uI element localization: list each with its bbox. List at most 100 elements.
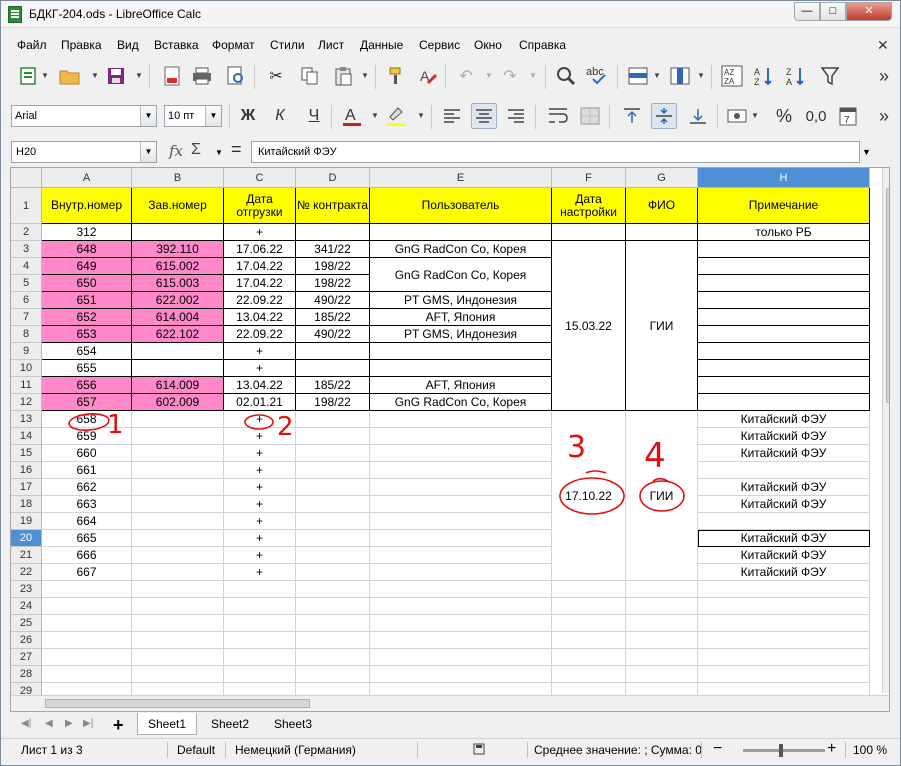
cell-d[interactable] — [296, 649, 370, 666]
cell-c[interactable]: + — [224, 411, 296, 428]
column-header-b[interactable]: B — [132, 168, 224, 188]
cell-a[interactable]: 312 — [42, 224, 132, 241]
cell-a[interactable]: 657 — [42, 394, 132, 411]
tab-sheet1[interactable]: Sheet1 — [137, 713, 198, 735]
cell-b[interactable] — [132, 598, 224, 615]
header-cell[interactable]: Дата отгрузки — [224, 188, 296, 224]
cell-d[interactable] — [296, 462, 370, 479]
cell-h[interactable]: Китайский ФЭУ — [698, 428, 870, 445]
cell-a[interactable] — [42, 649, 132, 666]
cell-d[interactable] — [296, 666, 370, 683]
tab-sheet3[interactable]: Sheet3 — [264, 713, 322, 735]
cell-h[interactable] — [698, 394, 870, 411]
cell-h[interactable] — [698, 581, 870, 598]
cell-e[interactable] — [370, 479, 552, 496]
cell-h[interactable]: Китайский ФЭУ — [698, 496, 870, 513]
cell-e[interactable] — [370, 428, 552, 445]
cell-a[interactable]: 662 — [42, 479, 132, 496]
cell-c[interactable]: + — [224, 462, 296, 479]
cell-d[interactable]: 198/22 — [296, 258, 370, 275]
cell-h[interactable] — [698, 292, 870, 309]
header-cell[interactable]: Зав.номер — [132, 188, 224, 224]
underline-button[interactable]: Ч — [301, 103, 327, 129]
cell-b[interactable]: 622.002 — [132, 292, 224, 309]
cell-a[interactable]: 656 — [42, 377, 132, 394]
name-box-dropdown-icon[interactable]: ▼ — [140, 142, 156, 162]
cell-e[interactable] — [370, 513, 552, 530]
cell-c[interactable]: + — [224, 496, 296, 513]
cell-b[interactable]: 615.002 — [132, 258, 224, 275]
cell-g[interactable] — [626, 581, 698, 598]
row-header[interactable]: 18 — [11, 496, 42, 513]
cell-g[interactable] — [626, 666, 698, 683]
cell-b[interactable] — [132, 666, 224, 683]
cell-d[interactable]: 198/22 — [296, 275, 370, 292]
cell-a[interactable] — [42, 598, 132, 615]
menu-view[interactable]: Вид — [117, 38, 139, 52]
header-cell[interactable]: Примечание — [698, 188, 870, 224]
cell-d[interactable]: 185/22 — [296, 377, 370, 394]
cell-h[interactable]: Китайский ФЭУ — [698, 479, 870, 496]
sort-descending-icon[interactable]: ZA — [783, 63, 809, 89]
cell-b[interactable] — [132, 615, 224, 632]
menu-sheet[interactable]: Лист — [318, 38, 344, 52]
cell-e[interactable] — [370, 564, 552, 581]
row-header[interactable]: 28 — [11, 666, 42, 683]
row-header[interactable]: 13 — [11, 411, 42, 428]
cell-e[interactable] — [370, 530, 552, 547]
cell-h[interactable] — [698, 666, 870, 683]
cell-c[interactable] — [224, 598, 296, 615]
cell-c[interactable] — [224, 581, 296, 598]
zoom-out-icon[interactable]: − — [713, 740, 722, 758]
save-dropdown-icon[interactable]: ▼ — [135, 71, 143, 80]
menu-format[interactable]: Формат — [212, 38, 255, 52]
row-header[interactable]: 21 — [11, 547, 42, 564]
cell-h[interactable] — [698, 513, 870, 530]
cell-e[interactable]: GnG RadCon Co, Корея — [370, 394, 552, 411]
cell-h[interactable] — [698, 649, 870, 666]
paste-icon[interactable] — [331, 63, 357, 89]
prev-sheet-icon[interactable]: ◀ — [45, 718, 53, 729]
cell-a[interactable] — [42, 581, 132, 598]
row-header[interactable]: 4 — [11, 258, 42, 275]
cell-c[interactable]: 13.04.22 — [224, 309, 296, 326]
cell-b[interactable] — [132, 445, 224, 462]
merge-cells-icon[interactable] — [577, 103, 603, 129]
clear-formatting-icon[interactable]: A — [415, 63, 441, 89]
cell-a[interactable]: 654 — [42, 343, 132, 360]
clone-formatting-icon[interactable] — [383, 63, 409, 89]
align-top-icon[interactable] — [619, 103, 645, 129]
new-document-icon[interactable] — [15, 63, 41, 89]
font-name-dropdown-icon[interactable]: ▼ — [140, 106, 156, 126]
row-header[interactable]: 16 — [11, 462, 42, 479]
cut-icon[interactable]: ✂ — [263, 63, 289, 89]
cell-h[interactable]: Китайский ФЭУ — [698, 530, 870, 547]
cell-a[interactable] — [42, 666, 132, 683]
row-dropdown-icon[interactable]: ▼ — [653, 71, 661, 80]
merged-fio-2[interactable]: ГИИ — [626, 411, 698, 581]
row-header[interactable]: 5 — [11, 275, 42, 292]
close-document-icon[interactable]: ✕ — [877, 37, 889, 54]
menu-tools[interactable]: Сервис — [419, 38, 460, 52]
zoom-in-icon[interactable]: + — [827, 740, 836, 758]
cell-e[interactable] — [370, 649, 552, 666]
cell-a[interactable]: 653 — [42, 326, 132, 343]
font-size-box[interactable]: 10 пт ▼ — [164, 105, 222, 127]
row-header[interactable]: 22 — [11, 564, 42, 581]
currency-format-icon[interactable] — [725, 103, 751, 129]
cell-b[interactable]: 614.009 — [132, 377, 224, 394]
currency-dropdown-icon[interactable]: ▼ — [751, 111, 759, 120]
cell-d[interactable]: 185/22 — [296, 309, 370, 326]
cell-b[interactable] — [132, 360, 224, 377]
cell-d[interactable] — [296, 496, 370, 513]
row-header[interactable]: 3 — [11, 241, 42, 258]
cell-a[interactable]: 660 — [42, 445, 132, 462]
horizontal-scrollbar[interactable] — [11, 695, 889, 711]
cell-d[interactable] — [296, 530, 370, 547]
open-dropdown-icon[interactable]: ▼ — [91, 71, 99, 80]
sort-icon[interactable]: AZ ZA — [719, 63, 745, 89]
cell-b[interactable] — [132, 462, 224, 479]
cell-b[interactable] — [132, 496, 224, 513]
header-cell[interactable]: Внутр.номер — [42, 188, 132, 224]
cell-g[interactable] — [626, 598, 698, 615]
